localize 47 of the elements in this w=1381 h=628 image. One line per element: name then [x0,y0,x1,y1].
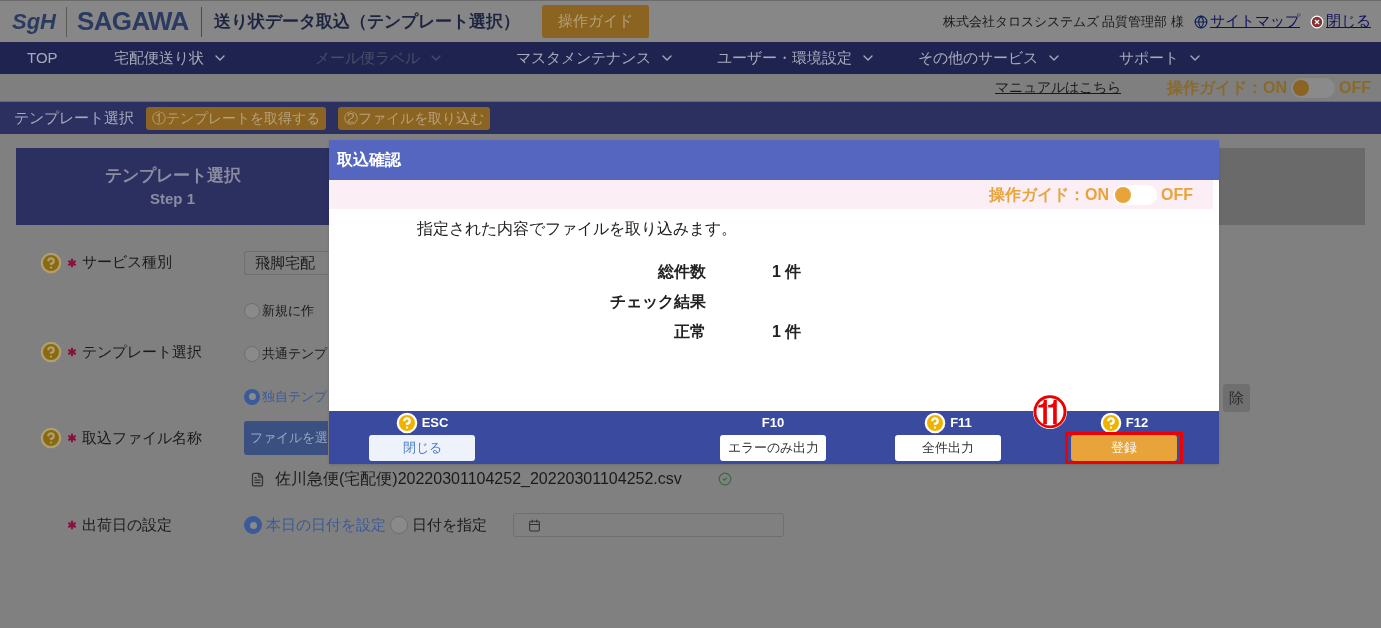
guide-label: 操作ガイド：ON [1167,77,1287,98]
dialog-button[interactable]: 閉じる [369,435,475,461]
radio-label: 独自テンプ [262,387,327,406]
callout-number: ⑪ [1033,395,1067,429]
breadcrumb-current: テンプレート選択 [14,107,134,128]
field-label: 取込ファイル名称 [82,427,202,448]
user-name: 株式会社タロスシステムズ 品質管理部 様 [942,12,1184,31]
summary-value: 1 件 [772,322,802,342]
file-name: 佐川急便(宅配便)20220301104252_20220301104252.csv [275,469,682,489]
nav-item[interactable]: サポート [1119,46,1320,70]
delete-button[interactable]: 除 [1223,383,1250,412]
manual-link[interactable]: マニュアルはこちら [995,77,1121,98]
summary-label: 正常 [673,322,706,342]
logo-mark: SgH [12,8,56,36]
guide-label: 操作ガイド：ON [989,184,1109,205]
logo: SAGAWA [77,5,189,38]
sitemap-link[interactable]: サイトマップ [1194,10,1300,33]
file-select-button[interactable]: ファイルを選 [244,421,328,455]
dialog-title: 取込確認 [337,150,401,170]
page-title: 送り状データ取込（テンプレート選択） [213,10,520,33]
dialog-button[interactable]: 全件出力 [895,435,1001,461]
nav-item[interactable]: その他のサービス [918,46,1119,70]
key-label: F10 [761,414,785,433]
radio-label: 新規に作 [262,301,314,320]
radio-label: 本日の日付を設定 [266,514,386,535]
close-link[interactable]: 閉じる [1310,10,1371,33]
nav-item[interactable]: 宅配便送り状 [114,46,315,70]
field-label: サービス種別 [82,252,172,273]
summary-label: 総件数 [656,262,706,282]
nav-item[interactable]: ユーザー・環境設定 [717,46,918,70]
dialog-button[interactable]: エラーのみ出力 [720,435,826,461]
step-title: テンプレート選択 [104,164,241,187]
field-label: テンプレート選択 [82,341,202,362]
radio-label: 日付を指定 [412,514,487,535]
field-label: 出荷日の設定 [82,514,172,535]
key-label: F11 [950,414,972,433]
key-label: F12 [1125,414,1149,433]
nav-item[interactable]: TOP [27,46,114,70]
radio-label: 共通テンプ [262,344,327,363]
step-number: Step 1 [150,189,195,209]
key-label: ESC [421,414,449,433]
dialog-message: 指定された内容でファイルを取り込みます。 [416,219,738,239]
guide-off-label: OFF [1339,77,1371,98]
guide-off-label: OFF [1161,184,1193,205]
summary-value: 1 件 [772,262,802,282]
summary-label: チェック結果 [609,292,706,312]
nav-item[interactable]: マスタメンテナンス [516,46,717,70]
